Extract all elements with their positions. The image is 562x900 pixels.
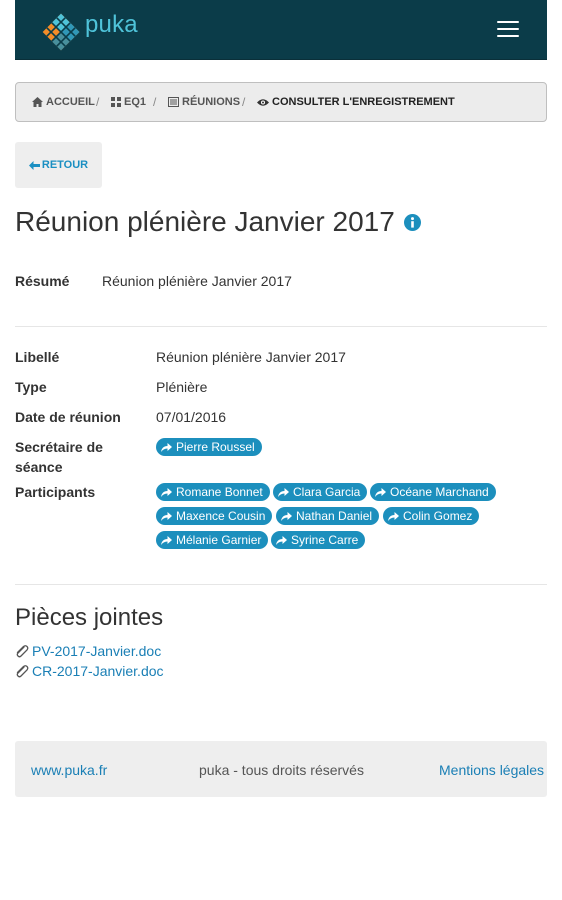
participant-tag[interactable]: Mélanie Garnier [156,531,269,549]
person-name: Maxence Cousin [176,509,266,523]
participant-tag[interactable]: Maxence Cousin [156,507,273,525]
share-arrow-icon [281,511,292,521]
person-name: Romane Bonnet [176,485,263,499]
person-name: Océane Marchand [390,485,489,499]
libelle-value: Réunion plénière Janvier 2017 [156,349,346,365]
back-button-label: RETOUR [41,159,89,171]
breadcrumb: ACCUEIL / EQ1 / RÉUNIONS / CONSULTER L'E… [15,82,547,122]
person-name: Clara Garcia [293,485,361,499]
footer-legal-link[interactable]: Mentions légales [439,762,544,778]
top-navbar: puka [15,0,547,60]
share-arrow-icon [161,442,172,452]
list-icon [168,97,179,107]
share-arrow-icon [161,487,172,497]
person-name: Mélanie Garnier [176,533,262,547]
attachment-link[interactable]: PV-2017-Janvier.doc [15,643,161,659]
page-title-text: Réunion plénière Janvier 2017 [15,206,395,237]
date-value: 07/01/2016 [156,409,227,425]
person-name: Colin Gomez [403,509,473,523]
secretary-label-line1: Secrétaire de [15,439,103,455]
attachment-link[interactable]: CR-2017-Janvier.doc [15,663,164,679]
share-arrow-icon [276,535,287,545]
page-title: Réunion plénière Janvier 2017 [15,206,421,238]
summary-value: Réunion plénière Janvier 2017 [102,273,292,289]
participant-tag[interactable]: Syrine Carre [271,531,366,549]
person-name: Syrine Carre [291,533,359,547]
libelle-label: Libellé [15,349,60,365]
participant-tag[interactable]: Océane Marchand [370,483,496,501]
participant-tag[interactable]: Romane Bonnet [156,483,270,501]
footer-site-link[interactable]: www.puka.fr [31,762,107,778]
brand-name[interactable]: puka [85,11,138,39]
footer-rights: puka - tous droits réservés [199,762,364,778]
share-arrow-icon [278,487,289,497]
back-button[interactable]: RETOUR [15,142,102,188]
participant-tag[interactable]: Colin Gomez [383,507,480,525]
person-tag-secretary[interactable]: Pierre Roussel [156,438,262,456]
breadcrumb-label: RÉUNIONS [182,96,241,108]
paperclip-icon [16,664,29,677]
share-arrow-icon [375,487,386,497]
info-icon[interactable] [403,213,421,231]
hamburger-menu-icon[interactable] [497,20,521,38]
footer: www.puka.fr puka - tous droits réservés … [15,741,547,797]
breadcrumb-label: ACCUEIL [46,96,95,108]
person-name: Nathan Daniel [296,509,373,523]
arrow-left-icon [28,160,40,170]
share-arrow-icon [161,511,172,521]
eye-icon [257,98,269,106]
attachment-filename: PV-2017-Janvier.doc [32,643,162,659]
divider [15,326,547,327]
breadcrumb-separator: / [153,95,157,109]
type-value: Plénière [156,379,208,395]
breadcrumb-label: EQ1 [124,96,147,108]
home-icon [32,97,43,107]
share-arrow-icon [161,535,172,545]
summary-label: Résumé [15,273,70,289]
participant-tag[interactable]: Nathan Daniel [276,507,380,525]
attachment-filename: CR-2017-Janvier.doc [32,663,164,679]
breadcrumb-item-accueil[interactable]: ACCUEIL [32,96,95,108]
paperclip-icon [16,644,29,657]
share-arrow-icon [388,511,399,521]
divider [15,584,547,585]
breadcrumb-item-reunions[interactable]: RÉUNIONS [168,96,240,108]
breadcrumb-separator: / [96,95,100,109]
breadcrumb-item-eq1[interactable]: EQ1 [111,96,146,108]
date-label: Date de réunion [15,409,121,425]
grid-icon [111,97,121,107]
participant-tag[interactable]: Clara Garcia [273,483,368,501]
breadcrumb-separator: / [242,95,246,109]
secretary-label-line2: séance [15,459,63,475]
puka-logo-icon[interactable] [39,12,83,52]
breadcrumb-label: CONSULTER L'ENREGISTREMENT [272,96,455,108]
attachments-title: Pièces jointes [15,604,164,631]
breadcrumb-item-current: CONSULTER L'ENREGISTREMENT [257,96,455,108]
type-label: Type [15,379,47,395]
person-name: Pierre Roussel [176,440,255,454]
participants-label: Participants [15,484,96,500]
